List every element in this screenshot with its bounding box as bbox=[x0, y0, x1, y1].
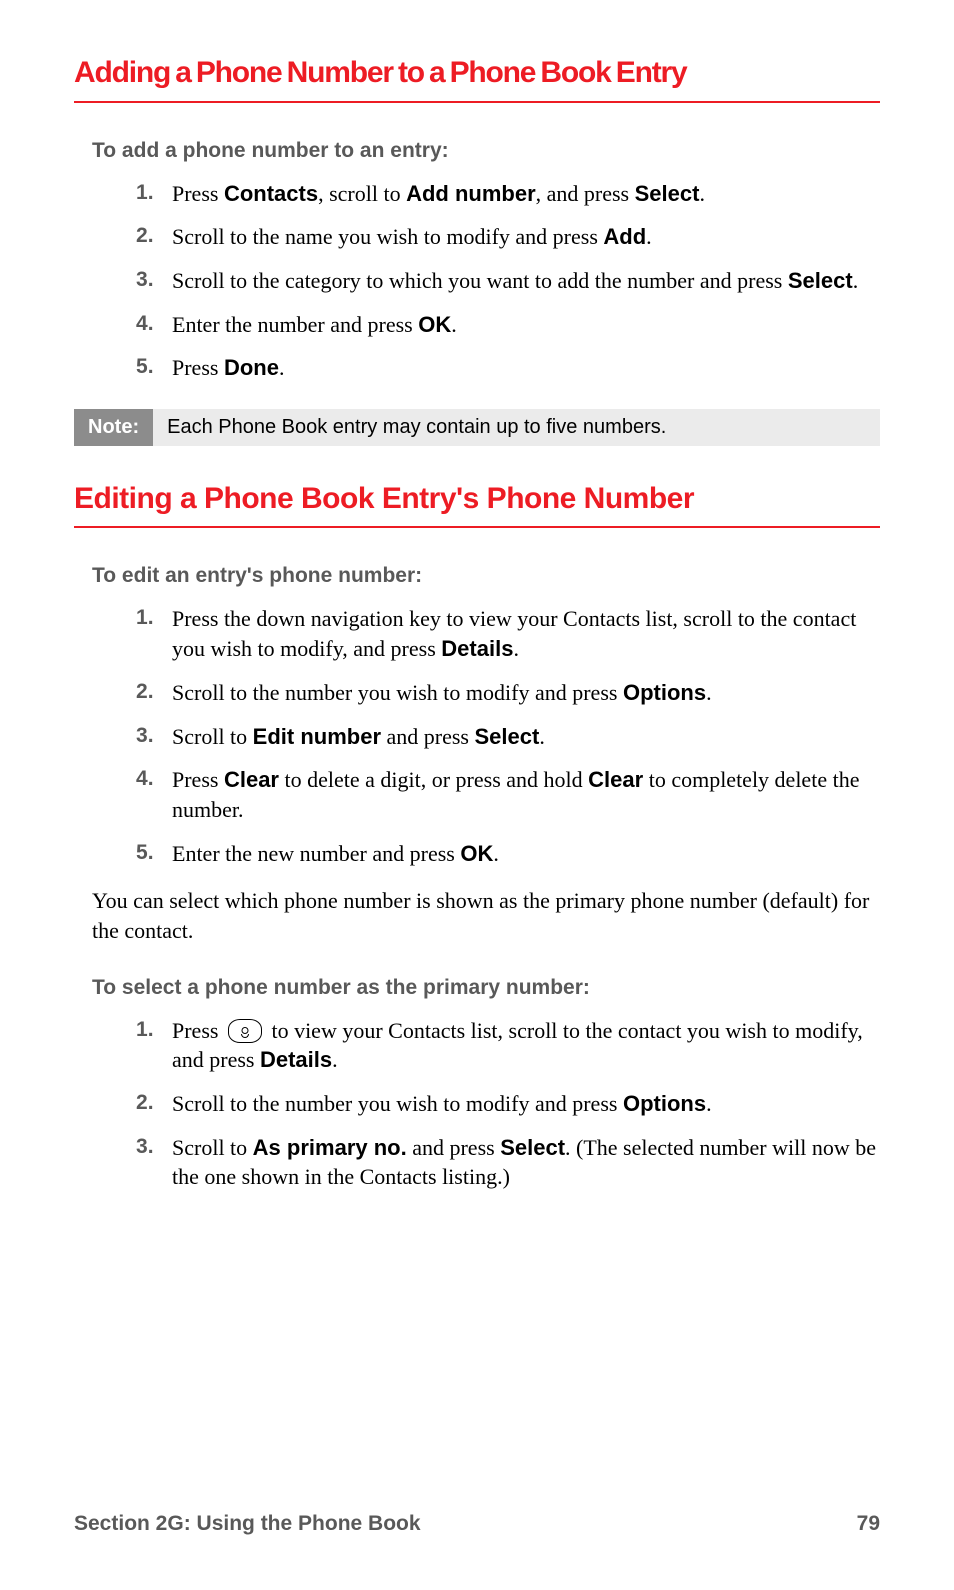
note-label: Note: bbox=[74, 409, 153, 446]
steps-primary-number: Press to view your Contacts list, scroll… bbox=[136, 1016, 880, 1192]
ui-label: Add bbox=[603, 224, 646, 249]
steps-add-number: Press Contacts, scroll to Add number, an… bbox=[136, 179, 880, 383]
ui-label: Details bbox=[260, 1047, 332, 1072]
ui-label: OK bbox=[418, 312, 451, 337]
list-item: Scroll to the name you wish to modify an… bbox=[136, 222, 880, 252]
step-text: Scroll to the name you wish to modify an… bbox=[172, 224, 603, 249]
step-text: Scroll to bbox=[172, 724, 253, 749]
step-text: . bbox=[646, 224, 652, 249]
list-item: Press Clear to delete a digit, or press … bbox=[136, 765, 880, 824]
manual-page: Adding a Phone Number to a Phone Book En… bbox=[0, 0, 954, 1590]
step-text: to delete a digit, or press and hold bbox=[279, 767, 588, 792]
step-text: , and press bbox=[536, 181, 635, 206]
step-text: . bbox=[853, 268, 859, 293]
step-text: . bbox=[279, 355, 285, 380]
list-item: Press to view your Contacts list, scroll… bbox=[136, 1016, 880, 1075]
heading-adding-phone-number: Adding a Phone Number to a Phone Book En… bbox=[74, 56, 880, 103]
step-text: . bbox=[699, 181, 705, 206]
intro-edit-number: To edit an entry's phone number: bbox=[92, 564, 880, 588]
page-footer: Section 2G: Using the Phone Book 79 bbox=[74, 1512, 880, 1536]
step-text: Scroll to bbox=[172, 1135, 253, 1160]
ui-label: Add number bbox=[406, 181, 536, 206]
step-text: Press bbox=[172, 1018, 224, 1043]
ui-label: Options bbox=[623, 680, 706, 705]
step-text: . bbox=[706, 1091, 712, 1116]
intro-add-number: To add a phone number to an entry: bbox=[92, 139, 880, 163]
step-text: Scroll to the category to which you want… bbox=[172, 268, 788, 293]
ui-label: Select bbox=[475, 724, 540, 749]
step-text: Press bbox=[172, 355, 224, 380]
list-item: Scroll to the number you wish to modify … bbox=[136, 1089, 880, 1119]
list-item: Press the down navigation key to view yo… bbox=[136, 604, 880, 663]
step-text: and press bbox=[381, 724, 474, 749]
step-text: . bbox=[493, 841, 499, 866]
intro-primary-number: To select a phone number as the primary … bbox=[92, 976, 880, 1000]
ui-label: Done bbox=[224, 355, 279, 380]
body-primary-number: You can select which phone number is sho… bbox=[92, 886, 880, 945]
step-text: and press bbox=[407, 1135, 500, 1160]
list-item: Enter the new number and press OK. bbox=[136, 839, 880, 869]
heading-editing-phone-number: Editing a Phone Book Entry's Phone Numbe… bbox=[74, 482, 880, 529]
ui-label: Clear bbox=[588, 767, 643, 792]
ui-label: Select bbox=[788, 268, 853, 293]
step-text: . bbox=[706, 680, 712, 705]
footer-page-number: 79 bbox=[857, 1512, 880, 1536]
navigation-key-icon bbox=[228, 1019, 262, 1043]
ui-label: Options bbox=[623, 1091, 706, 1116]
ui-label: Contacts bbox=[224, 181, 318, 206]
list-item: Scroll to the category to which you want… bbox=[136, 266, 880, 296]
ui-label: OK bbox=[460, 841, 493, 866]
step-text: Scroll to the number you wish to modify … bbox=[172, 1091, 623, 1116]
step-text: , scroll to bbox=[318, 181, 406, 206]
ui-label: Details bbox=[441, 636, 513, 661]
ui-label: Select bbox=[635, 181, 700, 206]
list-item: Press Done. bbox=[136, 353, 880, 383]
note-text: Each Phone Book entry may contain up to … bbox=[153, 409, 680, 446]
footer-section: Section 2G: Using the Phone Book bbox=[74, 1512, 421, 1536]
step-text: Scroll to the number you wish to modify … bbox=[172, 680, 623, 705]
ui-label: Clear bbox=[224, 767, 279, 792]
note-box: Note: Each Phone Book entry may contain … bbox=[74, 409, 880, 446]
step-text: Enter the new number and press bbox=[172, 841, 460, 866]
ui-label: Select bbox=[500, 1135, 565, 1160]
step-text: . bbox=[332, 1047, 338, 1072]
step-text: . bbox=[451, 312, 457, 337]
step-text: . bbox=[539, 724, 545, 749]
list-item: Scroll to As primary no. and press Selec… bbox=[136, 1133, 880, 1192]
step-text: . bbox=[513, 636, 519, 661]
list-item: Scroll to the number you wish to modify … bbox=[136, 678, 880, 708]
step-text: Enter the number and press bbox=[172, 312, 418, 337]
steps-edit-number: Press the down navigation key to view yo… bbox=[136, 604, 880, 868]
list-item: Enter the number and press OK. bbox=[136, 310, 880, 340]
ui-label: Edit number bbox=[253, 724, 381, 749]
list-item: Scroll to Edit number and press Select. bbox=[136, 722, 880, 752]
ui-label: As primary no. bbox=[253, 1135, 407, 1160]
step-text: Press bbox=[172, 181, 224, 206]
step-text: Press bbox=[172, 767, 224, 792]
list-item: Press Contacts, scroll to Add number, an… bbox=[136, 179, 880, 209]
